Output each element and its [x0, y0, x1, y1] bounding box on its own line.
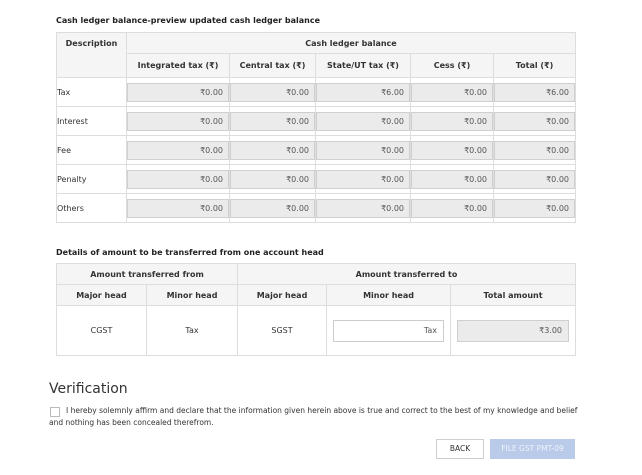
cess-value: ₹0.00	[411, 82, 493, 102]
row-label: Penalty	[56, 164, 127, 194]
table-row: Fee ₹0.00 ₹0.00 ₹0.00 ₹0.00 ₹0.00	[56, 135, 576, 165]
state-ut-tax-value: ₹0.00	[316, 140, 410, 160]
total-value: ₹0.00	[494, 140, 575, 160]
col-group-amount-transferred-to: Amount transferred to	[237, 263, 577, 285]
col-header-total-amount: Total amount	[450, 284, 577, 306]
transfer-title: Details of amount to be transferred from…	[56, 248, 324, 257]
col-header-minor-head-to: Minor head	[326, 284, 452, 306]
integrated-tax-value: ₹0.00	[127, 111, 229, 131]
minor-head-to-input[interactable]: Tax	[333, 319, 445, 342]
major-head-to-value: SGST	[237, 305, 328, 356]
table-row: Interest ₹0.00 ₹0.00 ₹0.00 ₹0.00 ₹0.00	[56, 106, 576, 136]
minor-head-from-value: Tax	[145, 305, 239, 356]
col-header-total: Total (₹)	[493, 53, 576, 78]
state-ut-tax-value: ₹0.00	[316, 169, 410, 189]
declaration-checkbox[interactable]	[50, 407, 60, 417]
central-tax-value: ₹0.00	[230, 82, 315, 102]
col-header-description: Description	[56, 32, 127, 78]
col-header-central-tax: Central tax (₹)	[229, 53, 316, 78]
back-button[interactable]: BACK	[436, 439, 484, 459]
cash-ledger-title: Cash ledger balance-preview updated cash…	[56, 16, 320, 25]
integrated-tax-value: ₹0.00	[127, 82, 229, 102]
integrated-tax-value: ₹0.00	[127, 198, 229, 218]
col-group-cash-ledger-balance: Cash ledger balance	[126, 32, 576, 54]
cess-value: ₹0.00	[411, 140, 493, 160]
central-tax-value: ₹0.00	[230, 198, 315, 218]
state-ut-tax-value: ₹0.00	[316, 111, 410, 131]
total-value: ₹6.00	[494, 82, 575, 102]
transfer-table: Amount transferred from Amount transferr…	[55, 263, 577, 356]
declaration-text: I hereby solemnly affirm and declare tha…	[49, 406, 578, 427]
integrated-tax-value: ₹0.00	[127, 140, 229, 160]
cash-ledger-table: Description Cash ledger balance Integrat…	[56, 32, 576, 223]
integrated-tax-value: ₹0.00	[127, 169, 229, 189]
central-tax-value: ₹0.00	[230, 169, 315, 189]
row-label: Others	[56, 193, 127, 223]
table-row: Tax ₹0.00 ₹0.00 ₹6.00 ₹0.00 ₹6.00	[56, 77, 576, 107]
col-header-minor-head-from: Minor head	[145, 284, 239, 306]
cess-value: ₹0.00	[411, 111, 493, 131]
col-header-state-ut-tax: State/UT tax (₹)	[315, 53, 411, 78]
state-ut-tax-value: ₹6.00	[316, 82, 410, 102]
verification-title: Verification	[49, 381, 128, 397]
col-header-cess: Cess (₹)	[410, 53, 494, 78]
row-label: Tax	[56, 77, 127, 107]
total-value: ₹0.00	[494, 198, 575, 218]
state-ut-tax-value: ₹0.00	[316, 198, 410, 218]
table-row: Others ₹0.00 ₹0.00 ₹0.00 ₹0.00 ₹0.00	[56, 193, 576, 223]
major-head-from-value: CGST	[56, 305, 147, 356]
col-header-major-head-from: Major head	[56, 284, 147, 306]
row-label: Interest	[56, 106, 127, 136]
table-row: Penalty ₹0.00 ₹0.00 ₹0.00 ₹0.00 ₹0.00	[56, 164, 576, 194]
central-tax-value: ₹0.00	[230, 111, 315, 131]
file-gst-pmt-09-button[interactable]: FILE GST PMT-09	[490, 439, 575, 459]
total-amount-value: ₹3.00	[457, 319, 570, 342]
cess-value: ₹0.00	[411, 198, 493, 218]
total-value: ₹0.00	[494, 169, 575, 189]
cess-value: ₹0.00	[411, 169, 493, 189]
col-header-integrated-tax: Integrated tax (₹)	[126, 53, 230, 78]
col-header-major-head-to: Major head	[237, 284, 328, 306]
row-label: Fee	[56, 135, 127, 165]
central-tax-value: ₹0.00	[230, 140, 315, 160]
table-row: CGST Tax SGST Tax ₹3.00	[56, 305, 577, 356]
total-value: ₹0.00	[494, 111, 575, 131]
col-group-amount-transferred-from: Amount transferred from	[55, 263, 239, 285]
